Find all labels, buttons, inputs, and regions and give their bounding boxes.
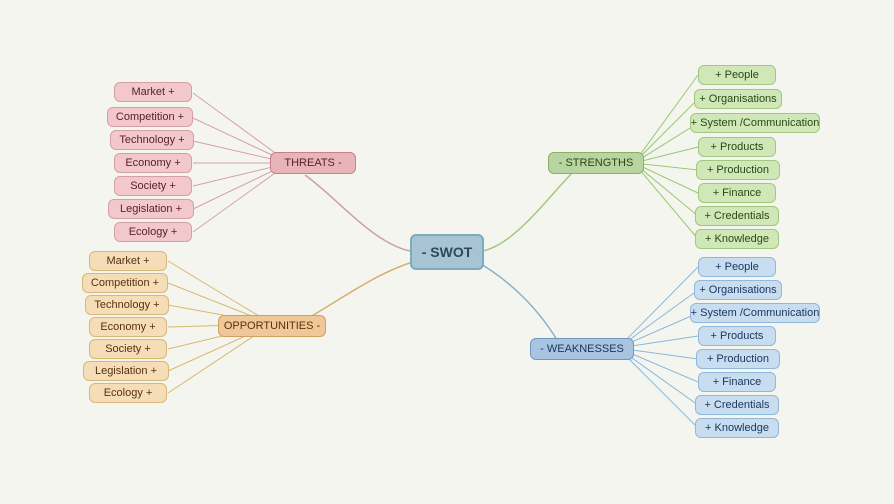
strength-item-system-comm[interactable]: + System /Communication	[690, 113, 820, 133]
threat-item-ecology[interactable]: Ecology +	[114, 222, 192, 242]
strength-item-organisations[interactable]: + Organisations	[694, 89, 782, 109]
strength-item-credentials[interactable]: + Credentials	[695, 206, 779, 226]
weakness-item-system-comm[interactable]: + System /Communication	[690, 303, 820, 323]
threat-item-economy[interactable]: Economy +	[114, 153, 192, 173]
weakness-item-credentials[interactable]: + Credentials	[695, 395, 779, 415]
weakness-item-finance[interactable]: + Finance	[698, 372, 776, 392]
threat-item-technology[interactable]: Technology +	[110, 130, 194, 150]
weaknesses-hub-node[interactable]: - WEAKNESSES	[530, 338, 634, 360]
threats-hub-node[interactable]: THREATS -	[270, 152, 356, 174]
opportunity-item-society[interactable]: Society +	[89, 339, 167, 359]
opportunity-item-economy[interactable]: Economy +	[89, 317, 167, 337]
strength-item-products[interactable]: + Products	[698, 137, 776, 157]
threat-item-market[interactable]: Market +	[114, 82, 192, 102]
swot-center-node[interactable]: - SWOT	[410, 234, 484, 270]
opportunity-item-technology[interactable]: Technology +	[85, 295, 169, 315]
strength-item-finance[interactable]: + Finance	[698, 183, 776, 203]
opportunity-item-market[interactable]: Market +	[89, 251, 167, 271]
weakness-item-production[interactable]: + Production	[696, 349, 780, 369]
strength-item-knowledge[interactable]: + Knowledge	[695, 229, 779, 249]
weakness-item-products[interactable]: + Products	[698, 326, 776, 346]
weakness-item-knowledge[interactable]: + Knowledge	[695, 418, 779, 438]
strength-item-people[interactable]: + People	[698, 65, 776, 85]
weakness-item-people[interactable]: + People	[698, 257, 776, 277]
opportunity-item-ecology[interactable]: Ecology +	[89, 383, 167, 403]
threat-item-legislation[interactable]: Legislation +	[108, 199, 194, 219]
strengths-hub-node[interactable]: - STRENGTHS	[548, 152, 644, 174]
opportunity-item-legislation[interactable]: Legislation +	[83, 361, 169, 381]
opportunity-item-competition[interactable]: Competition +	[82, 273, 168, 293]
opportunities-hub-node[interactable]: OPPORTUNITIES -	[218, 315, 326, 337]
threat-item-society[interactable]: Society +	[114, 176, 192, 196]
threat-item-competition[interactable]: Competition +	[107, 107, 193, 127]
strength-item-production[interactable]: + Production	[696, 160, 780, 180]
weakness-item-organisations[interactable]: + Organisations	[694, 280, 782, 300]
